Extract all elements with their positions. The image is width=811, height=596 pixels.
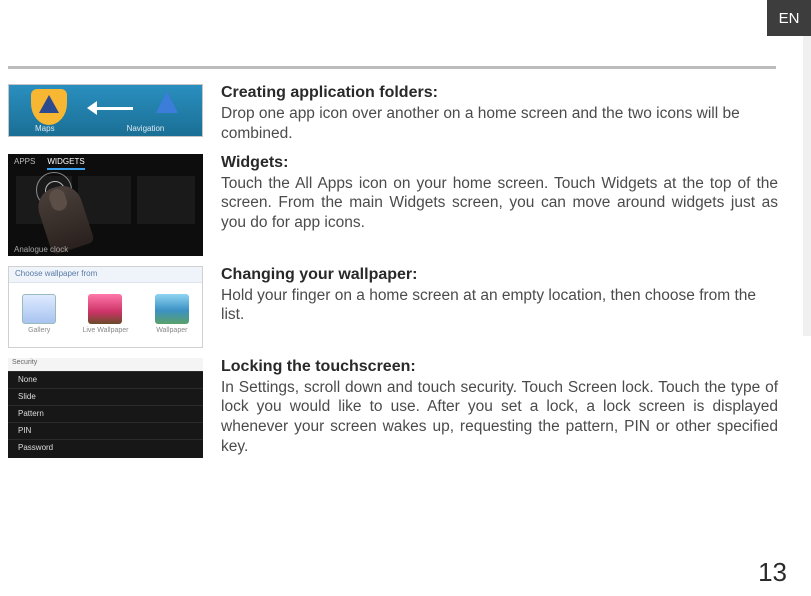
- lock-option-pin: PIN: [8, 422, 203, 439]
- thumb-widgets: APPS WIDGETS Analogue clock: [8, 154, 203, 256]
- lock-option-none: None: [8, 371, 203, 388]
- lock-option-pattern: Pattern: [8, 405, 203, 422]
- live-wallpaper-icon: [88, 294, 122, 324]
- section-locking: Security None Slide Pattern PIN Password…: [8, 358, 778, 458]
- widget-caption: Analogue clock: [14, 245, 68, 254]
- content-area: Maps Navigation Creating application fol…: [8, 84, 778, 468]
- wallpaper-opt-live: Live Wallpaper: [82, 294, 128, 334]
- text-locking: Locking the touchscreen: In Settings, sc…: [221, 358, 778, 458]
- tab-apps: APPS: [14, 157, 35, 170]
- header-rule: [8, 66, 776, 69]
- thumb-wallpaper: Choose wallpaper from Gallery Live Wallp…: [8, 266, 203, 348]
- page-number: 13: [758, 557, 787, 588]
- body-wallpaper: Hold your finger on a home screen at an …: [221, 286, 778, 326]
- security-header: Security: [8, 358, 203, 371]
- lock-option-password: Password: [8, 439, 203, 456]
- thumb-label-navigation: Navigation: [127, 124, 165, 136]
- tab-widgets: WIDGETS: [47, 157, 84, 170]
- heading-locking: Locking the touchscreen:: [221, 358, 778, 376]
- section-folders: Maps Navigation Creating application fol…: [8, 84, 778, 144]
- section-wallpaper: Choose wallpaper from Gallery Live Wallp…: [8, 266, 778, 348]
- body-widgets: Touch the All Apps icon on your home scr…: [221, 174, 778, 233]
- thumb-label-maps: Maps: [35, 124, 55, 136]
- wallpaper-dialog-header: Choose wallpaper from: [9, 267, 202, 283]
- heading-widgets: Widgets:: [221, 154, 778, 172]
- text-folders: Creating application folders: Drop one a…: [221, 84, 778, 144]
- language-badge: EN: [767, 0, 811, 36]
- body-folders: Drop one app icon over another on a home…: [221, 104, 778, 144]
- heading-wallpaper: Changing your wallpaper:: [221, 266, 778, 284]
- lock-option-slide: Slide: [8, 388, 203, 405]
- thumb-security: Security None Slide Pattern PIN Password: [8, 358, 203, 458]
- wallpaper-opt-gallery: Gallery: [22, 294, 56, 334]
- section-widgets: APPS WIDGETS Analogue clock Widgets: Tou…: [8, 154, 778, 256]
- maps-icon: [29, 87, 69, 127]
- gallery-icon: [22, 294, 56, 324]
- text-widgets: Widgets: Touch the All Apps icon on your…: [221, 154, 778, 256]
- wallpaper-icon: [155, 294, 189, 324]
- heading-folders: Creating application folders:: [221, 84, 778, 102]
- wallpaper-opt-wallpaper: Wallpaper: [155, 294, 189, 334]
- arrow-left-icon: [87, 101, 133, 115]
- navigation-icon: [147, 87, 187, 127]
- thumb-folders: Maps Navigation: [8, 84, 203, 144]
- edge-stripe: [803, 36, 811, 336]
- body-locking: In Settings, scroll down and touch secur…: [221, 378, 778, 457]
- widget-preview-3: [137, 176, 195, 224]
- text-wallpaper: Changing your wallpaper: Hold your finge…: [221, 266, 778, 348]
